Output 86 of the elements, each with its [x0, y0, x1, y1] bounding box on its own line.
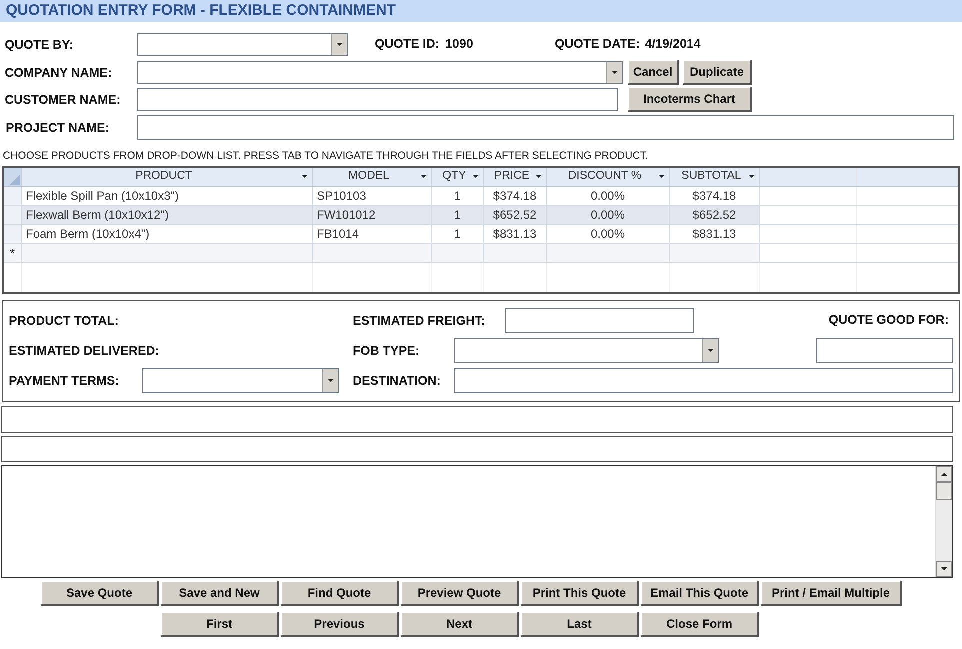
- table-cell: SP10103: [313, 187, 432, 205]
- table-row[interactable]: Foam Berm (10x10x4") FB1014 1 $831.13 0.00% $831.13: [4, 225, 958, 244]
- caret-icon: [328, 378, 334, 382]
- table-cell: FW101012: [313, 206, 432, 224]
- caret-icon: [940, 566, 948, 572]
- column-header[interactable]: PRICE: [484, 168, 547, 186]
- caret-icon: [421, 175, 427, 179]
- input-field[interactable]: [137, 88, 618, 111]
- field-label: ESTIMATED FREIGHT:: [353, 314, 486, 328]
- dropdown-field[interactable]: [454, 338, 719, 363]
- instruction-text: CHOOSE PRODUCTS FROM DROP-DOWN LIST. PRESS TAB TO NAVIGATE THROUGH THE FIELDS AFTER SELECTING PRODUCT.: [2, 149, 650, 163]
- form-button[interactable]: First: [161, 612, 279, 637]
- form-button[interactable]: Close Form: [641, 612, 759, 637]
- field-label: PRODUCT TOTAL:: [9, 314, 119, 328]
- form-button[interactable]: Save and New: [161, 581, 279, 606]
- scrollbar[interactable]: [935, 466, 952, 577]
- form-button[interactable]: Next: [401, 612, 519, 637]
- table-cell: 0.00%: [547, 206, 670, 224]
- caret-icon: [536, 175, 542, 179]
- caret-icon: [749, 175, 755, 179]
- input-field[interactable]: [137, 115, 954, 140]
- caret-icon: [302, 175, 308, 179]
- column-header[interactable]: DISCOUNT %: [547, 168, 670, 186]
- scroll-down-button[interactable]: [936, 561, 952, 577]
- table-cell: 0.00%: [547, 187, 670, 205]
- form-button[interactable]: Email This Quote: [641, 581, 759, 606]
- dropdown-field[interactable]: [137, 33, 348, 56]
- table-cell: $652.52: [484, 206, 547, 224]
- field-label: DESTINATION:: [353, 374, 441, 388]
- quote-date: 4/19/2014: [645, 36, 701, 54]
- new-row-marker: *: [10, 246, 16, 260]
- table-row[interactable]: Flexwall Berm (10x10x12") FW101012 1 $652.52 0.00% $652.52: [4, 206, 958, 225]
- column-header[interactable]: PRODUCT: [22, 168, 313, 186]
- caret-icon: [612, 70, 618, 74]
- quote-id: 1090: [446, 36, 474, 54]
- form-button[interactable]: Incoterms Chart: [628, 87, 752, 112]
- form-button[interactable]: Previous: [281, 612, 399, 637]
- field-label: QUOTE DATE:: [555, 36, 640, 54]
- field-label: FOB TYPE:: [353, 344, 420, 358]
- table-cell: Flexwall Berm (10x10x12"): [22, 206, 313, 224]
- new-row[interactable]: *: [4, 244, 958, 263]
- table-row[interactable]: Flexible Spill Pan (10x10x3") SP10103 1 $374.18 0.00% $374.18: [4, 187, 958, 206]
- form-button[interactable]: Last: [521, 612, 639, 637]
- text-field[interactable]: [1, 436, 953, 462]
- field-label: COMPANY NAME:: [5, 66, 112, 80]
- input-field[interactable]: [505, 308, 694, 333]
- form-button[interactable]: Duplicate: [683, 60, 752, 85]
- form-button[interactable]: Print / Email Multiple: [761, 581, 902, 606]
- text-field[interactable]: [1, 406, 953, 433]
- input-field[interactable]: [454, 368, 953, 393]
- column-header[interactable]: SUBTOTAL: [670, 168, 760, 186]
- field-label: PROJECT NAME:: [6, 120, 110, 134]
- table-cell: 1: [432, 225, 484, 243]
- table-cell: $374.18: [484, 187, 547, 205]
- table-cell: $831.13: [484, 225, 547, 243]
- caret-icon: [473, 175, 479, 179]
- table-cell: 1: [432, 206, 484, 224]
- field-label: CUSTOMER NAME:: [5, 92, 121, 106]
- column-header[interactable]: QTY: [432, 168, 484, 186]
- table-cell: 1: [432, 187, 484, 205]
- dropdown-field[interactable]: [142, 368, 339, 393]
- table-cell: Flexible Spill Pan (10x10x3"): [22, 187, 313, 205]
- field-label: PAYMENT TERMS:: [9, 374, 120, 388]
- notes-field[interactable]: [1, 465, 953, 578]
- field-label: QUOTE BY:: [5, 38, 74, 52]
- form-button[interactable]: Cancel: [628, 60, 679, 85]
- table-cell: FB1014: [313, 225, 432, 243]
- input-field[interactable]: [816, 338, 953, 363]
- form-title: QUOTATION ENTRY FORM - FLEXIBLE CONTAINMENT: [0, 0, 962, 22]
- caret-icon: [336, 42, 342, 46]
- form-button[interactable]: Save Quote: [41, 581, 159, 606]
- form-button[interactable]: Find Quote: [281, 581, 399, 606]
- dropdown-field[interactable]: [137, 61, 623, 84]
- scroll-thumb[interactable]: [936, 482, 952, 500]
- column-header[interactable]: MODEL: [313, 168, 432, 186]
- caret-icon: [708, 348, 714, 352]
- scroll-up-button[interactable]: [936, 466, 952, 482]
- field-label: QUOTE GOOD FOR:: [828, 312, 949, 330]
- caret-icon: [659, 175, 665, 179]
- table-cell: 0.00%: [547, 225, 670, 243]
- field-label: ESTIMATED DELIVERED:: [9, 344, 160, 358]
- table-cell: Foam Berm (10x10x4"): [22, 225, 313, 243]
- form-button[interactable]: Preview Quote: [401, 581, 519, 606]
- field-label: QUOTE ID:: [375, 36, 440, 54]
- up-arrow-icon: [940, 472, 948, 476]
- form-button[interactable]: Print This Quote: [521, 581, 639, 606]
